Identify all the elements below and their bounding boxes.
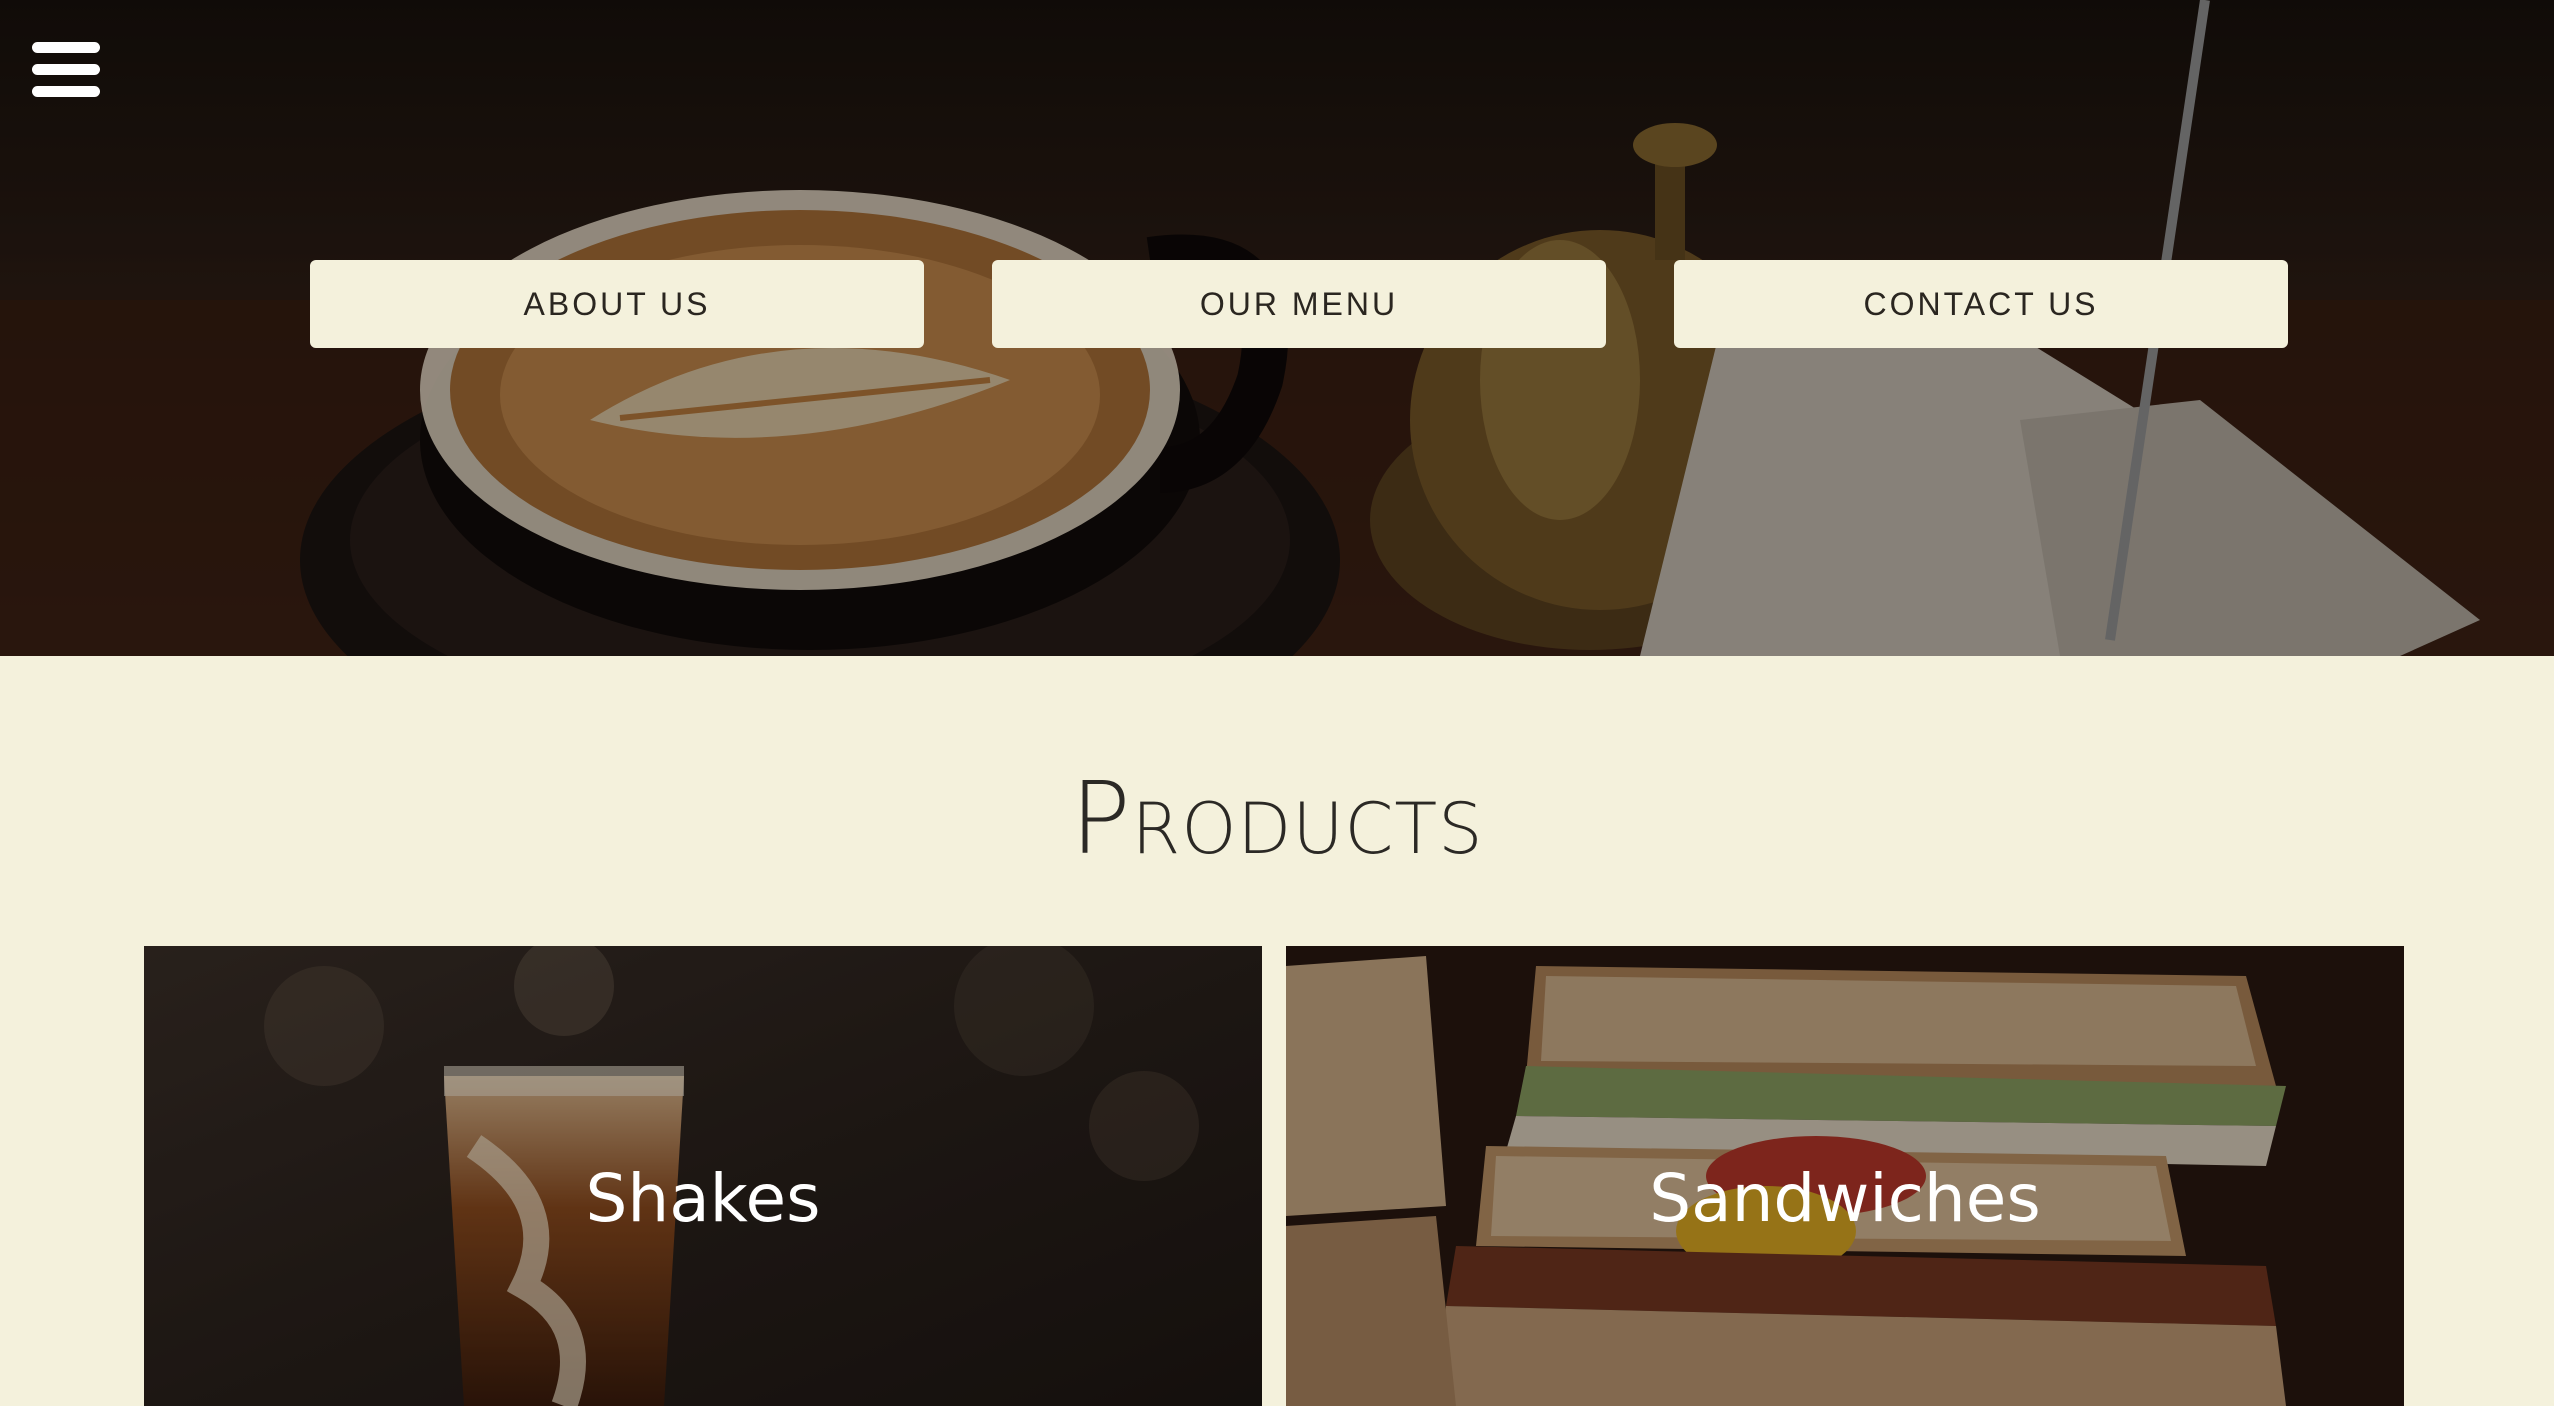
hamburger-bar xyxy=(32,64,100,75)
about-us-button[interactable]: ABOUT US xyxy=(310,260,924,348)
product-card-shakes[interactable]: Shakes xyxy=(144,946,1262,1406)
product-card-sandwiches[interactable]: Sandwiches xyxy=(1286,946,2404,1406)
contact-us-button[interactable]: CONTACT US xyxy=(1674,260,2288,348)
hamburger-bar xyxy=(32,42,100,53)
hamburger-bar xyxy=(32,86,100,97)
sandwiches-label: Sandwiches xyxy=(1649,1160,2041,1237)
our-menu-button[interactable]: OUR MENU xyxy=(992,260,1606,348)
shakes-label: Shakes xyxy=(585,1160,821,1237)
hamburger-menu-icon[interactable] xyxy=(32,42,102,98)
products-heading: Products xyxy=(1070,760,1484,877)
hero-banner: ABOUT US OUR MENU CONTACT US xyxy=(0,0,2554,656)
